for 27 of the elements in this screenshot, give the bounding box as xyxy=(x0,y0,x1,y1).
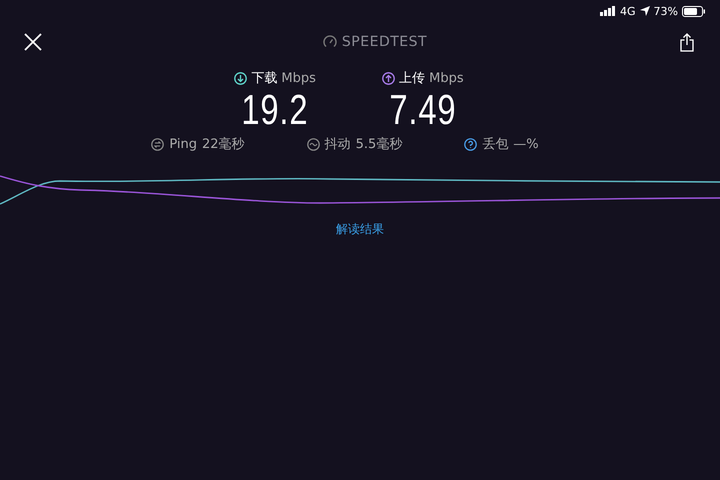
app-title: SPEEDTEST xyxy=(342,34,428,50)
speed-value: 7.49 xyxy=(389,87,456,133)
result-label: 上传 xyxy=(399,70,426,87)
close-icon xyxy=(24,33,42,51)
stat-label: Ping xyxy=(169,136,198,152)
share-button[interactable] xyxy=(678,30,696,54)
speed-value: 19.2 xyxy=(242,87,309,133)
ping-icon xyxy=(151,138,164,150)
share-icon xyxy=(680,32,694,52)
unit-label: Mbps xyxy=(281,70,316,86)
network-label: 4G xyxy=(620,4,636,18)
signal-icon xyxy=(600,6,616,16)
location-arrow-icon xyxy=(640,6,650,16)
stat-value: 22毫秒 xyxy=(202,136,245,153)
battery-percent: 73% xyxy=(654,4,678,18)
interpret-results-link[interactable]: 解读结果 xyxy=(336,221,384,238)
wave-icon xyxy=(306,138,320,150)
stat-label: 抖动 xyxy=(324,136,351,153)
stat-value: —% xyxy=(513,136,539,152)
unit-label: Mbps xyxy=(429,70,464,86)
gauge-icon xyxy=(322,35,337,49)
close-button[interactable] xyxy=(22,31,44,53)
result-label: 下载 xyxy=(251,70,278,87)
battery-icon xyxy=(682,6,706,16)
stat-label: 丢包 xyxy=(482,136,508,153)
question-icon xyxy=(464,138,478,150)
stat-value: 5.5毫秒 xyxy=(356,136,402,153)
